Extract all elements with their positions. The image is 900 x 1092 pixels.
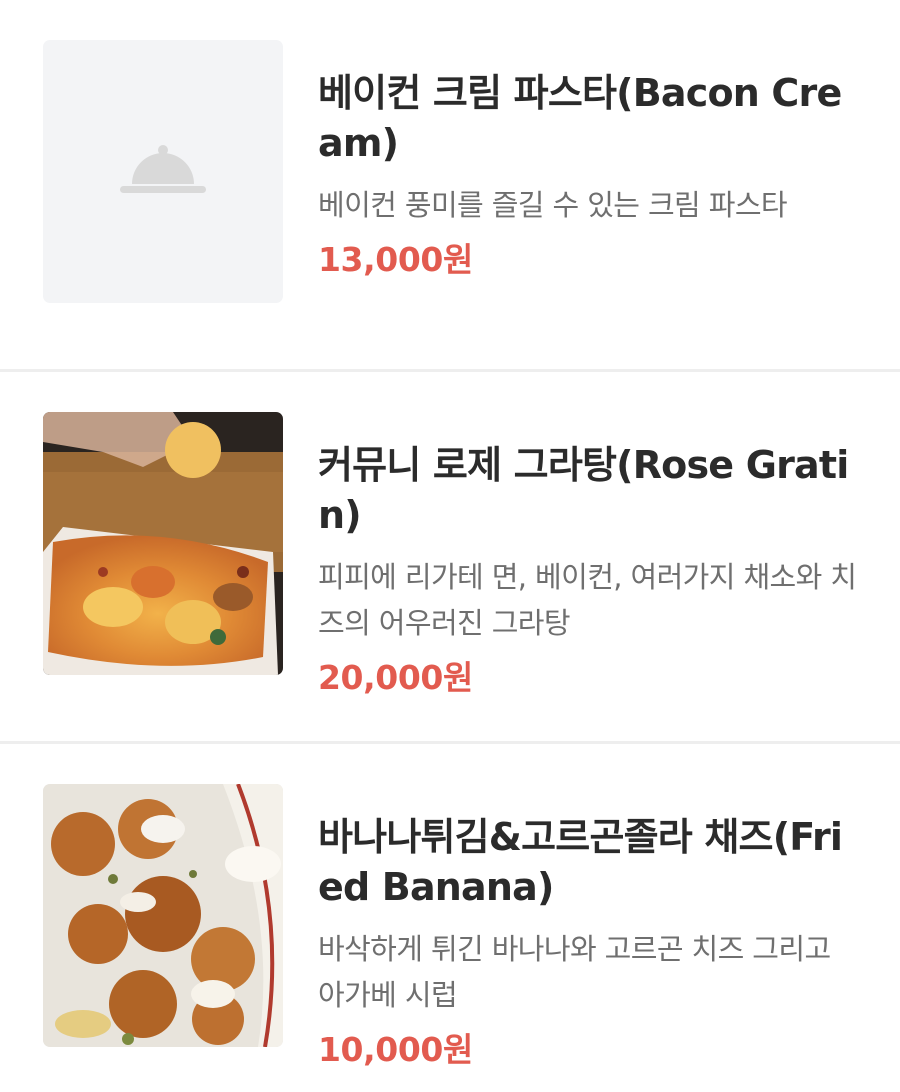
menu-item-info: 바나나튀김&고르곤졸라 채즈(Fried Banana) 바삭하게 튀긴 바나나… <box>318 784 878 1074</box>
menu-item-info: 커뮤니 로제 그라탕(Rose Gratin) 피피에 리가테 면, 베이컨, … <box>318 412 878 702</box>
menu-item-description: 피피에 리가테 면, 베이컨, 여러가지 채소와 치즈의 어우러진 그라탕 <box>318 560 857 640</box>
cloche-icon <box>120 144 206 193</box>
menu-item-rose-gratin[interactable]: 커뮤니 로제 그라탕(Rose Gratin) 피피에 리가테 면, 베이컨, … <box>0 372 900 744</box>
menu-item-image-placeholder <box>43 40 283 303</box>
menu-item-photo <box>43 412 283 675</box>
menu-item-info: 베이컨 크림 파스타(Bacon Cream) 베이컨 풍미를 즐길 수 있는 … <box>318 40 878 284</box>
menu-list: 베이컨 크림 파스타(Bacon Cream) 베이컨 풍미를 즐길 수 있는 … <box>0 0 900 1090</box>
menu-item-price: 20,000원 <box>318 658 473 697</box>
menu-item-description: 베이컨 풍미를 즐길 수 있는 크림 파스타 <box>318 188 788 222</box>
menu-item-title: 커뮤니 로제 그라탕(Rose Gratin) <box>318 443 849 537</box>
menu-item-description: 바삭하게 튀긴 바나나와 고르곤 치즈 그리고 아가베 시럽 <box>318 932 831 1012</box>
menu-item-title: 바나나튀김&고르곤졸라 채즈(Fried Banana) <box>318 815 843 909</box>
menu-item-price: 13,000원 <box>318 240 473 279</box>
menu-item-title: 베이컨 크림 파스타(Bacon Cream) <box>318 71 842 165</box>
menu-item-price: 10,000원 <box>318 1030 473 1069</box>
menu-item-photo <box>43 784 283 1047</box>
menu-item-bacon-cream[interactable]: 베이컨 크림 파스타(Bacon Cream) 베이컨 풍미를 즐길 수 있는 … <box>0 0 900 372</box>
rose-gratin-photo <box>43 412 283 675</box>
fried-banana-photo <box>43 784 283 1047</box>
menu-item-fried-banana[interactable]: 바나나튀김&고르곤졸라 채즈(Fried Banana) 바삭하게 튀긴 바나나… <box>0 744 900 1090</box>
